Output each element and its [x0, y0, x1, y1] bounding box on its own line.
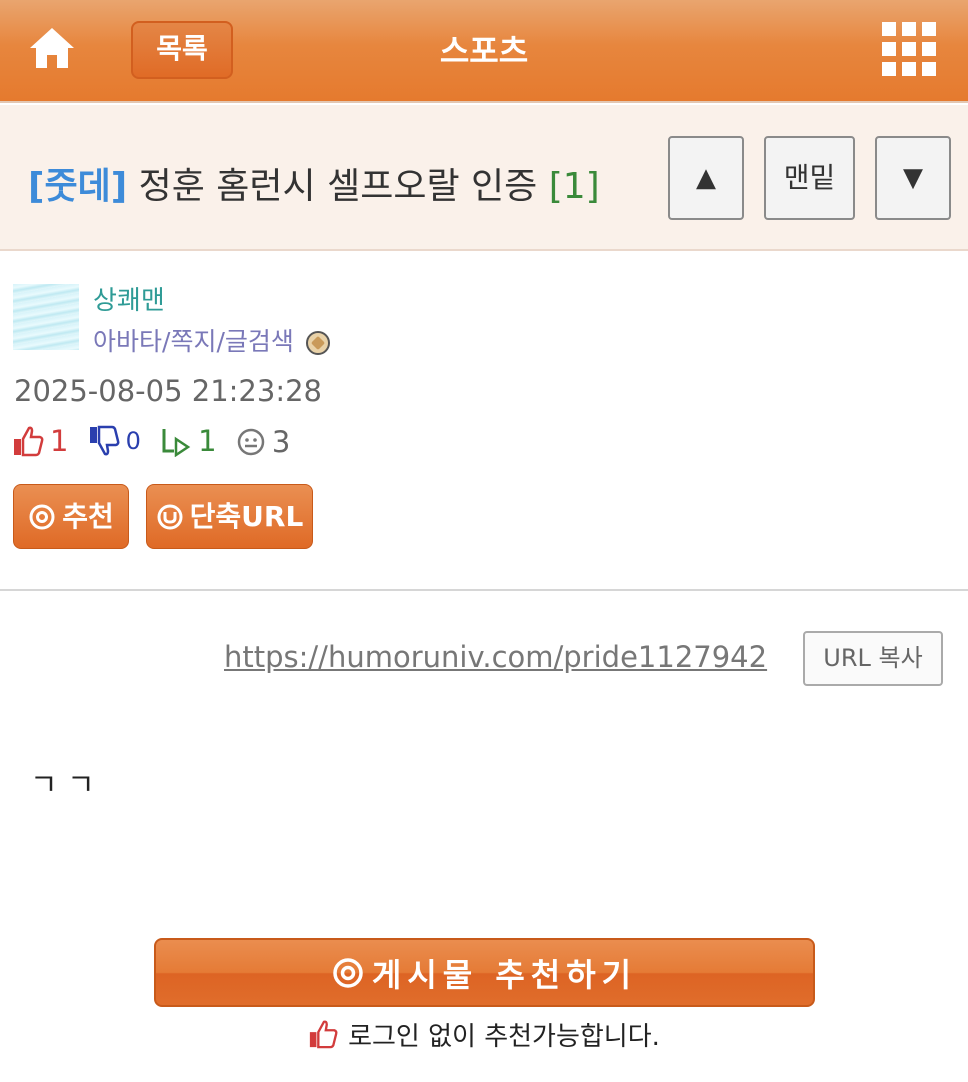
link-separator: /	[216, 327, 225, 356]
post-url-link[interactable]: https://humoruniv.com/pride1127942	[224, 640, 767, 674]
recommend-label: 추천	[62, 499, 114, 533]
author-links: 아바타/쪽지/글검색	[93, 322, 330, 358]
post-stats: 1 0 1 3	[12, 424, 300, 464]
url-copy-button[interactable]: URL 복사	[803, 631, 943, 686]
board-title: 스포츠	[439, 32, 529, 70]
url-icon	[157, 504, 183, 529]
menu-button[interactable]	[882, 22, 936, 76]
downvote-count: 0	[125, 427, 141, 455]
grid-menu-icon	[882, 22, 936, 76]
post-title-bar: [줏데] 정훈 홈런시 셀프오랄 인증 [1] ▲ 맨밑 ▼	[0, 105, 968, 251]
avatar[interactable]	[13, 284, 79, 350]
thumbs-down-icon	[89, 425, 120, 456]
divider	[0, 589, 968, 591]
short-url-button[interactable]: 단축URL	[146, 484, 313, 549]
recommend-note: 로그인 없이 추천가능합니다.	[0, 1016, 968, 1053]
post-title: [줏데] 정훈 홈런시 셀프오랄 인증 [1]	[28, 157, 600, 209]
message-link[interactable]: 쪽지	[170, 327, 216, 356]
go-bottom-button[interactable]: 맨밑	[764, 136, 855, 220]
target-icon	[333, 957, 363, 988]
share-stat: 1	[160, 424, 217, 458]
recommend-button[interactable]: 추천	[13, 484, 129, 549]
member-badge-icon	[305, 331, 330, 355]
comment-count[interactable]: [1]	[549, 166, 600, 207]
recommend-post-button[interactable]: 게시물 추천하기	[154, 938, 815, 1007]
share-icon	[162, 429, 191, 457]
top-header: 목록 스포츠	[0, 0, 968, 103]
post-body: ㄱ ㄱ	[30, 768, 95, 803]
recommend-note-text: 로그인 없이 추천가능합니다.	[348, 1022, 660, 1052]
avatar-link[interactable]: 아바타	[93, 327, 162, 356]
next-post-button[interactable]: ▼	[875, 136, 951, 220]
search-posts-link[interactable]: 글검색	[225, 327, 294, 356]
prev-post-button[interactable]: ▲	[668, 136, 744, 220]
post-date: 2025-08-05 21:23:28	[14, 374, 322, 408]
post-category[interactable]: [줏데]	[28, 166, 127, 207]
view-stat: 3	[236, 425, 290, 459]
view-count: 3	[271, 425, 291, 459]
recommend-post-label: 게시물 추천하기	[371, 955, 638, 994]
target-icon	[29, 504, 55, 529]
upvote-stat: 1	[12, 424, 68, 458]
thumbs-up-icon	[309, 1020, 338, 1049]
short-url-label: 단축URL	[189, 499, 304, 533]
post-title-text: 정훈 홈런시 셀프오랄 인증	[138, 166, 538, 207]
upvote-count: 1	[50, 424, 69, 458]
face-icon	[237, 428, 265, 456]
thumbs-up-icon	[14, 426, 44, 457]
share-count: 1	[198, 424, 217, 458]
downvote-stat: 0	[88, 425, 141, 457]
author-name[interactable]: 상쾌맨	[93, 280, 165, 317]
